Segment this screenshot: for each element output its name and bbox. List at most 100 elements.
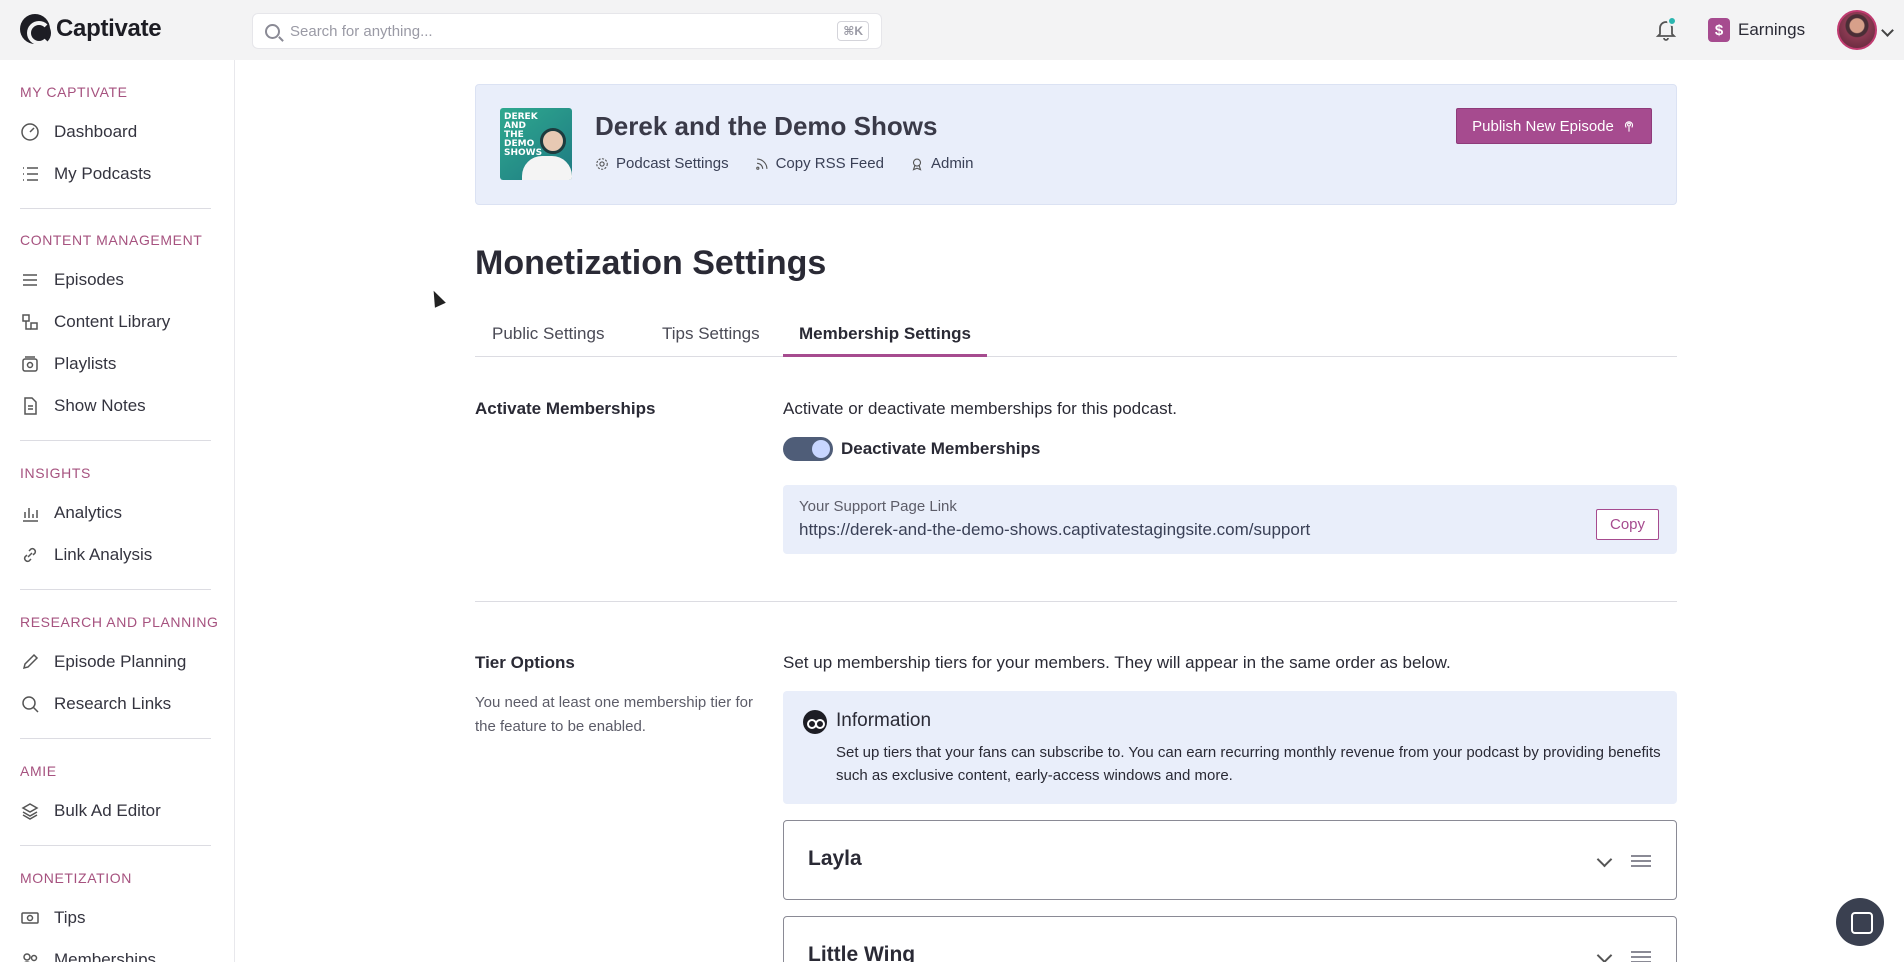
tier-name: Layla — [808, 847, 862, 870]
sidebar-item-show-notes[interactable]: Show Notes — [20, 396, 146, 416]
sidebar-item-dashboard[interactable]: Dashboard — [20, 122, 137, 142]
sidebar-item-episode-planning[interactable]: Episode Planning — [20, 652, 186, 672]
search-input[interactable] — [290, 22, 838, 40]
drag-handle-icon[interactable] — [1631, 951, 1651, 962]
section-divider — [475, 601, 1677, 602]
sidebar-item-content-library[interactable]: Content Library — [20, 312, 170, 332]
copy-button[interactable]: Copy — [1596, 509, 1659, 540]
sidebar-item-label: Link Analysis — [54, 545, 153, 564]
support-page-link-label: Your Support Page Link — [799, 498, 957, 515]
sidebar-item-playlists[interactable]: Playlists — [20, 354, 116, 374]
show-title: Derek and the Demo Shows — [595, 111, 938, 141]
user-avatar[interactable] — [1837, 10, 1877, 50]
publish-button-label: Publish New Episode — [1472, 117, 1614, 135]
activate-memberships-description: Activate or deactivate memberships for t… — [783, 399, 1178, 418]
tier-options-heading: Tier Options — [475, 653, 575, 672]
earnings-button[interactable]: $ Earnings — [1708, 18, 1805, 42]
sidebar-item-label: Content Library — [54, 312, 171, 331]
sidebar-item-tips[interactable]: Tips — [20, 908, 86, 928]
sidebar: MY CAPTIVATE Dashboard My Podcasts CONTE… — [0, 60, 235, 962]
sidebar-item-research-links[interactable]: Research Links — [20, 694, 171, 714]
podcast-settings-link[interactable]: Podcast Settings — [595, 155, 729, 172]
document-icon — [24, 397, 37, 415]
drag-handle-icon[interactable] — [1631, 855, 1651, 867]
sidebar-item-label: Memberships — [54, 950, 157, 962]
search-bar[interactable]: ⌘K — [252, 13, 882, 49]
activate-memberships-heading: Activate Memberships — [475, 399, 656, 418]
playlist-icon — [22, 356, 38, 372]
library-icon — [22, 314, 38, 330]
admin-link[interactable]: Admin — [910, 155, 974, 172]
tab-public-settings[interactable]: Public Settings — [492, 324, 604, 357]
podcast-cover-art[interactable]: DEREK AND THE DEMO SHOWS — [500, 108, 572, 180]
sidebar-item-label: Analytics — [54, 503, 123, 522]
sidebar-item-label: Research Links — [54, 694, 172, 713]
support-page-url: https://derek-and-the-demo-shows.captiva… — [799, 520, 1311, 539]
sidebar-section-title: RESEARCH AND PLANNING — [20, 614, 219, 630]
top-bar: Captivate ⌘K $ Earnings — [0, 0, 1904, 60]
pencil-icon — [22, 653, 39, 670]
sidebar-section-title: INSIGHTS — [20, 465, 91, 481]
sidebar-item-label: Dashboard — [54, 122, 138, 141]
captivate-logo[interactable]: Captivate — [20, 14, 162, 45]
tab-membership-settings[interactable]: Membership Settings — [783, 324, 987, 357]
badge-icon — [912, 158, 922, 171]
show-header-card: DEREK AND THE DEMO SHOWS Derek and the D… — [475, 84, 1677, 205]
sidebar-section-title: AMIE — [20, 763, 57, 779]
captivate-logo-icon — [20, 14, 51, 45]
dollar-icon: $ — [1708, 18, 1730, 42]
podcast-settings-label: Podcast Settings — [616, 155, 729, 172]
earnings-label: Earnings — [1738, 20, 1806, 39]
chevron-down-icon[interactable] — [1596, 851, 1613, 868]
gear-icon — [596, 157, 608, 170]
search-shortcut-hint: ⌘K — [837, 21, 869, 41]
toggle-label: Deactivate Memberships — [841, 439, 1041, 458]
sidebar-divider — [20, 738, 211, 739]
cover-figure-face — [540, 128, 566, 154]
layers-icon — [21, 803, 39, 820]
chat-support-button[interactable] — [1836, 898, 1884, 946]
bar-chart-icon — [23, 508, 38, 522]
copy-rss-feed-label: Copy RSS Feed — [775, 155, 884, 172]
chevron-down-icon[interactable] — [1881, 24, 1894, 37]
memberships-toggle[interactable] — [783, 437, 833, 461]
sidebar-item-link-analysis[interactable]: Link Analysis — [20, 545, 152, 565]
sidebar-item-my-podcasts[interactable]: My Podcasts — [20, 164, 151, 184]
sidebar-divider — [20, 589, 211, 590]
sidebar-item-label: Show Notes — [54, 396, 146, 415]
notification-dot — [1667, 16, 1677, 26]
podcast-icon — [1624, 121, 1633, 132]
lines-icon — [23, 274, 37, 286]
sidebar-item-analytics[interactable]: Analytics — [20, 503, 122, 523]
sidebar-item-label: Tips — [54, 908, 86, 927]
gauge-icon — [21, 123, 39, 141]
tier-options-note: You need at least one membership tier fo… — [475, 694, 753, 735]
sidebar-item-bulk-ad-editor[interactable]: Bulk Ad Editor — [20, 801, 161, 821]
support-page-link-box: Your Support Page Link https://derek-and… — [783, 485, 1677, 554]
tier-card[interactable]: Layla — [783, 820, 1677, 900]
page-title: Monetization Settings — [475, 244, 827, 282]
tier-options-description: Set up membership tiers for your members… — [783, 653, 1451, 672]
tier-card[interactable]: Little Wing — [783, 916, 1677, 962]
chevron-down-icon[interactable] — [1596, 947, 1613, 962]
sidebar-divider — [20, 845, 211, 846]
sidebar-section-title: MONETIZATION — [20, 870, 132, 886]
info-glasses-icon — [803, 710, 827, 734]
sidebar-section-title: MY CAPTIVATE — [20, 84, 128, 100]
sidebar-divider — [20, 208, 211, 209]
information-title: Information — [836, 710, 932, 731]
information-text: Set up tiers that your fans can subscrib… — [836, 744, 1661, 784]
logo-text: Captivate — [56, 15, 162, 42]
search-icon — [265, 23, 280, 39]
sidebar-section-title: CONTENT MANAGEMENT — [20, 232, 203, 248]
settings-tabs: Public Settings Tips Settings Membership… — [475, 320, 1677, 357]
copy-rss-feed-link[interactable]: Copy RSS Feed — [755, 155, 884, 172]
tab-tips-settings[interactable]: Tips Settings — [662, 324, 760, 357]
publish-new-episode-button[interactable]: Publish New Episode — [1456, 108, 1652, 144]
admin-label: Admin — [930, 155, 974, 172]
sidebar-item-memberships[interactable]: Memberships — [20, 950, 156, 962]
sidebar-item-episodes[interactable]: Episodes — [20, 270, 124, 290]
link-icon — [23, 547, 37, 563]
users-icon — [23, 953, 38, 962]
list-icon — [23, 167, 38, 181]
